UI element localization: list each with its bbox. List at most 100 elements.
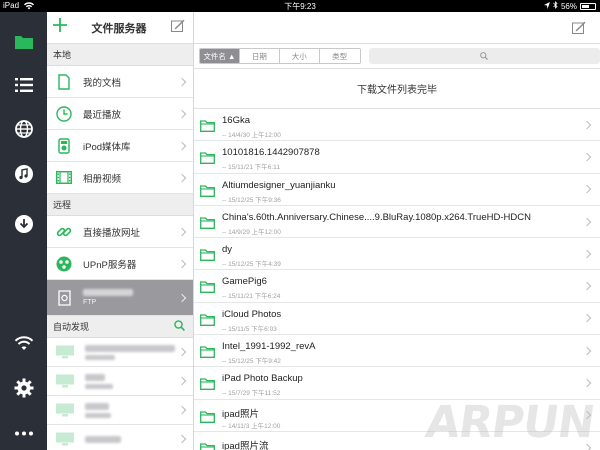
file-row[interactable]: GamePig6 -- 15/11/21 下午6:24 — [194, 270, 600, 303]
folder-icon — [200, 346, 215, 359]
file-row[interactable]: China's.60th.Anniversary.Chinese....9.Bl… — [194, 206, 600, 239]
file-name: Intel_1991-1992_revA — [222, 341, 316, 353]
rail-settings-button[interactable] — [0, 370, 47, 406]
file-row[interactable]: 10101816.1442907878 -- 15/11/21 下午6:11 — [194, 141, 600, 174]
sort-by-date-tab[interactable]: 日期 — [239, 49, 280, 63]
rail-browser-button[interactable] — [0, 111, 47, 147]
file-date: -- 15/11/21 下午6:11 — [222, 164, 280, 172]
chevron-right-icon — [582, 184, 592, 194]
rail-list-button[interactable] — [0, 67, 47, 103]
chevron-right-icon — [582, 120, 592, 129]
chevron-right-icon — [582, 249, 592, 259]
chevron-right-icon — [177, 405, 187, 415]
rail-download-button[interactable] — [0, 206, 47, 242]
chevron-right-icon — [582, 378, 592, 388]
file-row[interactable]: iCloud Photos -- 15/11/5 下午6:03 — [194, 303, 600, 336]
edit-icon — [171, 19, 185, 32]
sort-by-size-tab[interactable]: 大小 — [279, 49, 320, 63]
ftp-server-icon — [55, 289, 73, 307]
status-time: 下午9:23 — [284, 2, 316, 11]
list-icon — [14, 78, 33, 92]
battery-percent: 56% — [560, 1, 577, 11]
upnp-icon — [55, 255, 73, 273]
file-date: -- 14/11/3 上午12:00 — [222, 422, 281, 430]
discover-search-button[interactable] — [174, 320, 185, 333]
file-date: -- 15/12/25 下午9:36 — [222, 196, 281, 204]
section-header-auto-discover: 自动发现 — [47, 316, 193, 338]
sidebar-item-ftp-server[interactable]: FTP — [47, 280, 193, 316]
chevron-right-icon — [582, 314, 592, 323]
redacted-device-type — [85, 383, 113, 389]
folder-icon — [200, 411, 215, 423]
chevron-right-icon — [177, 376, 187, 386]
monitor-icon — [56, 345, 74, 359]
discovered-device[interactable] — [47, 425, 193, 450]
discovered-device[interactable] — [47, 338, 193, 367]
file-name: iCloud Photos — [222, 308, 282, 320]
gear-icon — [14, 378, 33, 398]
folder-icon — [200, 249, 215, 262]
file-row[interactable]: iPad Photo Backup -- 15/7/29 下午11:52 — [194, 367, 600, 400]
redacted-device-type — [85, 412, 111, 418]
search-icon — [480, 52, 489, 60]
document-icon — [55, 73, 73, 91]
file-row[interactable]: Intel_1991-1992_revA -- 15/12/25 下午9:42 — [194, 335, 600, 368]
location-icon — [543, 1, 550, 11]
redacted-device-name — [85, 402, 109, 410]
chevron-right-icon — [177, 259, 187, 268]
chevron-right-icon — [177, 141, 187, 150]
file-name: 16Gka — [222, 115, 250, 126]
folder-icon — [200, 314, 215, 326]
search-icon — [174, 320, 185, 331]
music-icon — [14, 165, 33, 183]
folder-icon — [200, 184, 215, 197]
rail-more-button[interactable] — [0, 415, 47, 450]
add-server-button[interactable] — [53, 18, 67, 37]
redacted-device-name — [85, 344, 175, 352]
sidebar-title: 文件服务器 — [91, 22, 147, 35]
section-header-remote: 远程 — [47, 194, 193, 216]
rail-files-button[interactable] — [0, 24, 47, 60]
rail-wifi-button[interactable] — [0, 325, 47, 361]
chevron-right-icon — [177, 173, 187, 182]
chevron-right-icon — [177, 109, 187, 118]
file-name: China's.60th.Anniversary.Chinese....9.Bl… — [222, 211, 531, 223]
chevron-right-icon — [177, 347, 187, 357]
file-row[interactable]: dy -- 15/12/25 下午4:39 — [194, 238, 600, 271]
sidebar: 文件服务器 本地 我的文档 最近播放 iPod媒体库 相册视频 远程 直接播放网… — [47, 12, 194, 450]
download-icon — [14, 215, 33, 233]
discovered-device[interactable] — [47, 396, 193, 425]
file-date: -- 15/12/25 下午9:42 — [222, 358, 281, 366]
chevron-right-icon — [582, 152, 592, 162]
folder-icon — [200, 378, 215, 391]
edit-servers-button[interactable] — [171, 19, 185, 37]
clock-icon — [55, 105, 73, 123]
file-date: -- 15/7/29 下午11:52 — [222, 390, 281, 398]
sidebar-item-ipod-library[interactable]: iPod媒体库 — [47, 130, 193, 162]
sidebar-item-recent-played[interactable]: 最近播放 — [47, 98, 193, 130]
chevron-right-icon — [582, 217, 592, 226]
sort-by-name-tab[interactable]: 文件名 ▲ — [200, 49, 240, 63]
sidebar-item-direct-url[interactable]: 直接播放网址 — [47, 216, 193, 248]
file-row[interactable]: 16Gka -- 14/4/30 上午12:00 — [194, 109, 600, 142]
edit-files-button[interactable] — [572, 21, 586, 39]
sort-by-type-tab[interactable]: 类型 — [319, 49, 360, 63]
chevron-right-icon — [177, 293, 187, 302]
film-icon — [55, 169, 73, 187]
folder-icon — [14, 36, 33, 49]
globe-icon — [14, 120, 33, 138]
sidebar-item-my-documents[interactable]: 我的文档 — [47, 66, 193, 98]
sidebar-item-upnp[interactable]: UPnP服务器 — [47, 248, 193, 280]
watermark: ARPUN — [422, 397, 598, 448]
rail-music-button[interactable] — [0, 156, 47, 192]
sidebar-item-label: 最近播放 — [83, 109, 122, 121]
discovered-device[interactable] — [47, 367, 193, 396]
tab-rail — [0, 12, 47, 450]
sidebar-item-album-videos[interactable]: 相册视频 — [47, 162, 193, 194]
search-input[interactable] — [368, 48, 600, 64]
file-date: -- 15/11/5 下午6:03 — [222, 325, 277, 333]
file-date: -- 14/9/29 上午12:00 — [222, 228, 281, 236]
chevron-right-icon — [177, 77, 187, 86]
file-row[interactable]: Altiumdesigner_yuanjianku -- 15/12/25 下午9… — [194, 174, 600, 206]
file-name: 10101816.1442907878 — [222, 147, 320, 159]
